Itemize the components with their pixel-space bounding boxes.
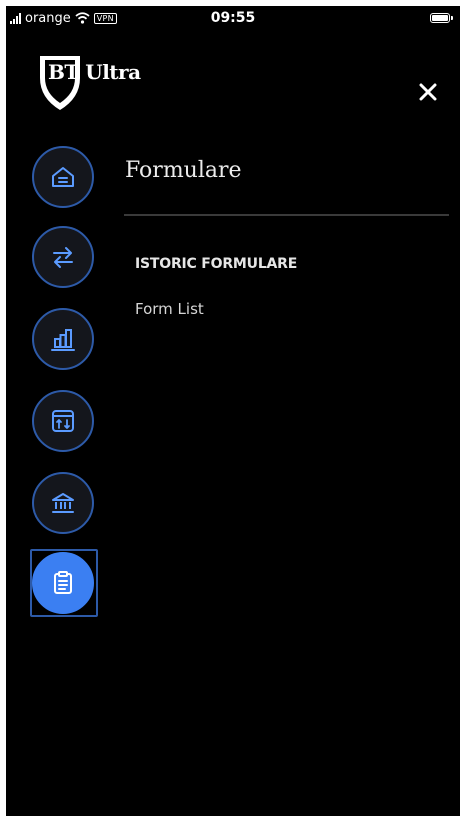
sidebar-item-home[interactable] bbox=[32, 146, 94, 208]
battery-icon bbox=[430, 13, 453, 23]
title-divider bbox=[124, 214, 449, 216]
form-list-link[interactable]: Form List bbox=[135, 300, 204, 318]
page-title: Formulare bbox=[125, 158, 242, 183]
close-icon bbox=[419, 83, 437, 101]
calendar-exchange-icon bbox=[52, 410, 74, 432]
bt-ultra-logo: BT Ultra bbox=[36, 52, 156, 114]
close-button[interactable] bbox=[410, 74, 446, 110]
home-icon bbox=[52, 167, 74, 187]
logo-text: BT Ultra bbox=[48, 60, 141, 84]
sidebar-item-transfers[interactable] bbox=[32, 226, 94, 288]
status-bar: orange VPN 09:55 bbox=[6, 6, 460, 32]
bank-icon bbox=[52, 493, 74, 513]
sidebar-item-exchange[interactable] bbox=[32, 390, 94, 452]
sidebar-item-reports[interactable] bbox=[32, 308, 94, 370]
clipboard-icon bbox=[54, 571, 72, 594]
app-screen: orange VPN 09:55 BT Ultra Formulare ISTO… bbox=[6, 6, 460, 816]
bar-chart-icon bbox=[51, 329, 75, 351]
status-time: 09:55 bbox=[210, 10, 256, 26]
sidebar-item-forms[interactable] bbox=[32, 552, 94, 614]
transfer-arrows-icon bbox=[53, 247, 73, 268]
sidebar-item-bank[interactable] bbox=[32, 472, 94, 534]
section-heading: ISTORIC FORMULARE bbox=[135, 256, 298, 272]
